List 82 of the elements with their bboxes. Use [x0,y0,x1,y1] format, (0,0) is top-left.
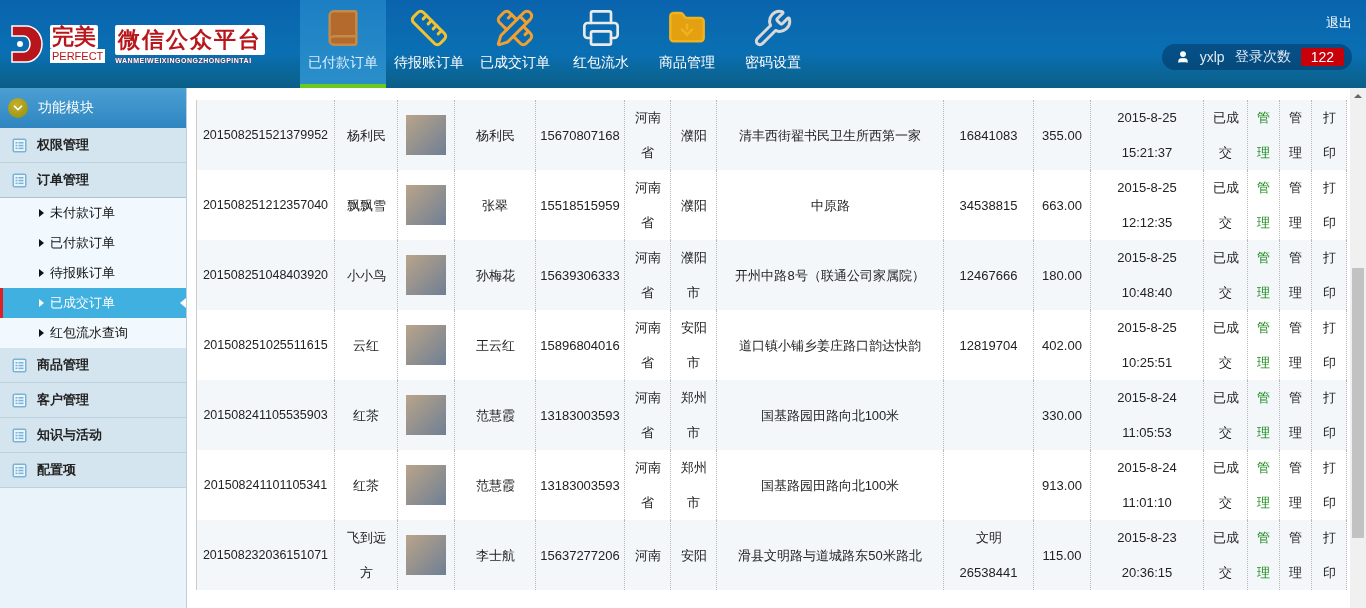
manage-link[interactable]: 管理 [1256,310,1271,380]
sidebar-group[interactable]: 订单管理 [0,163,186,198]
platform-title: 微信公众平台 [115,24,266,55]
manage-link[interactable]: 管理 [1288,520,1303,590]
sidebar-group[interactable]: 权限管理 [0,128,186,163]
list-icon [12,392,27,408]
manage-link[interactable]: 管理 [1288,240,1303,310]
manage-link[interactable]: 管理 [1288,380,1303,450]
sidebar-item[interactable]: 未付款订单 [0,198,186,228]
ruler-icon [409,8,449,48]
brand-name: 完美 [50,25,98,49]
sidebar-group[interactable]: 客户管理 [0,383,186,418]
nav-tab[interactable]: 待报账订单 [386,0,472,88]
sidebar-item[interactable]: 已付款订单 [0,228,186,258]
logo-mark-icon [10,22,44,66]
list-icon [12,137,27,153]
sidebar-group[interactable]: 商品管理 [0,348,186,383]
phone-cell: 15637277206 [535,520,625,590]
scrollbar[interactable] [1350,88,1366,608]
print-link[interactable]: 打印 [1320,310,1338,380]
order-number-cell: 201508232036151071 [196,520,335,590]
amount-cell: 115.00 [1033,520,1091,590]
wrench-icon [753,8,793,48]
photo-placeholder [406,115,446,155]
province-cell: 河南 [624,520,671,590]
print-link[interactable]: 打印 [1320,380,1338,450]
photo-placeholder [406,535,446,575]
manage-link[interactable]: 管理 [1256,380,1271,450]
login-count-badge: 122 [1300,48,1344,66]
triangle-icon [39,209,44,217]
address-cell: 滑县文明路与道城路东50米路北 [716,520,944,590]
photo-placeholder [406,325,446,365]
manage-link[interactable]: 管理 [1256,100,1271,170]
logout-link[interactable]: 退出 [1326,14,1352,32]
status-cell: 已成交 [1203,520,1248,590]
manage-link[interactable]: 管理 [1256,520,1271,590]
time-cell: 2015-8-23 20:36:15 [1090,520,1204,590]
brand-name-latin: PERFECT [50,49,106,63]
manage-link[interactable]: 管理 [1288,310,1303,380]
login-count-label: 登录次数 [1234,48,1291,66]
manage-link[interactable]: 管理 [1288,170,1303,240]
print-link[interactable]: 打印 [1320,240,1338,310]
name-cell: 李士航 [454,520,536,590]
photo-placeholder [406,185,446,225]
sidebar-title: 功能模块 [38,99,94,117]
list-icon [12,357,27,373]
username: yxlp [1199,49,1225,65]
printer-icon [581,8,621,48]
sidebar-group[interactable]: 配置项 [0,453,186,488]
manage-link[interactable]: 管理 [1288,100,1303,170]
pointer-notch-icon [180,298,186,308]
manage-link[interactable]: 管理 [1288,450,1303,520]
nav-tab[interactable]: 密码设置 [730,0,816,88]
list-icon [12,172,27,188]
manage-link[interactable]: 管理 [1256,240,1271,310]
photo-placeholder [406,255,446,295]
table-cell: 文明 26538441 [943,520,1034,590]
print-link[interactable]: 打印 [1320,450,1338,520]
nav-tab[interactable]: 已成交订单 [472,0,558,88]
print-link[interactable]: 打印 [1320,170,1338,240]
print-link[interactable]: 打印 [1320,520,1338,590]
sidebar-item[interactable]: 红包流水查询 [0,318,186,348]
print-link[interactable]: 打印 [1320,100,1338,170]
triangle-icon [39,299,44,307]
photo-placeholder [406,465,446,505]
manage-link[interactable]: 管理 [1256,170,1271,240]
nickname-cell: 飞到远方 [334,520,398,590]
manage-link[interactable]: 管理 [1256,450,1271,520]
city-cell: 安阳 [670,520,717,590]
sidebar-group[interactable]: 知识与活动 [0,418,186,453]
user-icon [1175,50,1190,64]
sidebar-item[interactable]: 待报账订单 [0,258,186,288]
dropdown-icon [8,98,28,118]
triangle-icon [39,239,44,247]
photo-placeholder [406,395,446,435]
nav-tab[interactable]: 商品管理 [644,0,730,88]
list-icon [12,462,27,478]
list-icon [12,427,27,443]
nav-tab[interactable]: 红包流水 [558,0,644,88]
pencil-ruler-icon [495,8,535,48]
triangle-icon [39,329,44,337]
triangle-icon [39,269,44,277]
